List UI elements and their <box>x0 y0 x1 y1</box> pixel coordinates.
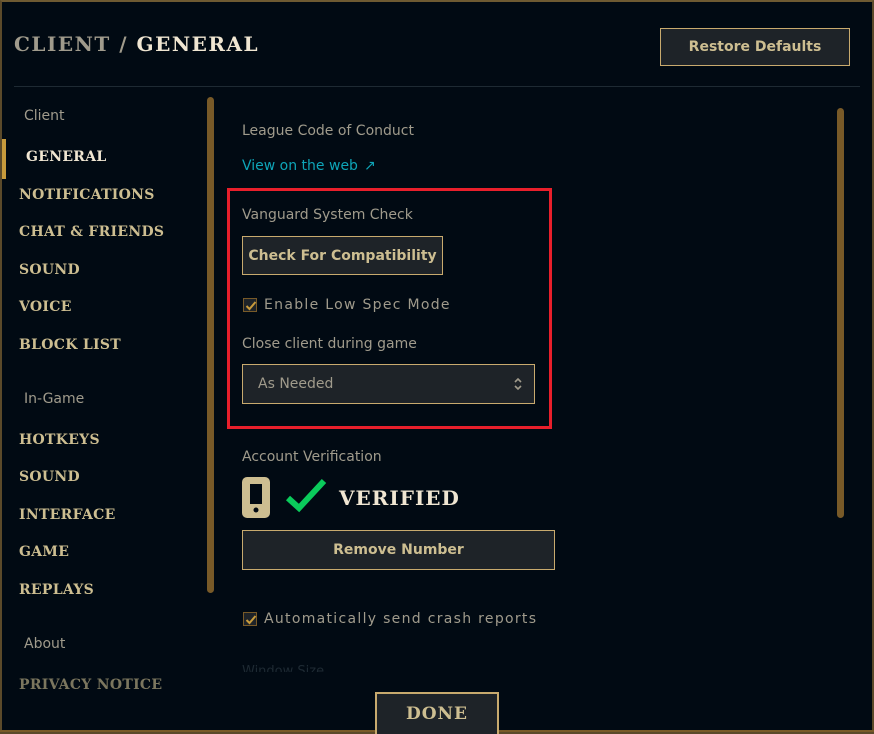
sidebar-item-notifications[interactable]: NOTIFICATIONS <box>19 187 155 203</box>
sidebar-item-general[interactable]: GENERAL <box>26 149 107 165</box>
crash-reports-row[interactable]: Automatically send crash reports <box>243 611 537 627</box>
sidebar-item-block-list[interactable]: BLOCK LIST <box>19 337 121 353</box>
close-client-label: Close client during game <box>242 336 417 352</box>
dropdown-value: As Needed <box>258 376 334 392</box>
header-divider <box>14 86 860 87</box>
sidebar-scrollbar[interactable] <box>207 97 214 593</box>
remove-number-button[interactable]: Remove Number <box>242 530 555 570</box>
chevron-up-down-icon <box>514 377 522 391</box>
sidebar-item-replays[interactable]: REPLAYS <box>19 582 94 598</box>
sidebar-item-interface[interactable]: INTERFACE <box>19 507 116 523</box>
sidebar-item-chat-friends[interactable]: CHAT & FRIENDS <box>19 224 164 240</box>
sidebar-item-hotkeys[interactable]: HOTKEYS <box>19 432 100 448</box>
done-button[interactable]: DONE <box>375 692 499 734</box>
checkmark-icon <box>245 301 257 311</box>
sidebar-item-voice[interactable]: VOICE <box>19 299 72 315</box>
sidebar-category-client: Client <box>24 108 65 124</box>
sidebar-item-sound[interactable]: SOUND <box>19 262 80 278</box>
sidebar-item-game[interactable]: GAME <box>19 544 69 560</box>
sidebar-category-in-game: In-Game <box>24 391 85 407</box>
content-scrollbar[interactable] <box>837 108 844 518</box>
vanguard-label: Vanguard System Check <box>242 207 413 223</box>
restore-defaults-button[interactable]: Restore Defaults <box>660 28 850 66</box>
active-item-indicator <box>2 139 6 179</box>
close-client-dropdown[interactable]: As Needed <box>242 364 535 404</box>
low-spec-checkbox[interactable] <box>243 298 257 312</box>
external-link-arrow-icon: ↗ <box>363 158 376 174</box>
sidebar-item-privacy-notice[interactable]: PRIVACY NOTICE <box>19 677 162 693</box>
low-spec-label: Enable Low Spec Mode <box>264 297 451 313</box>
crash-reports-label: Automatically send crash reports <box>264 611 538 627</box>
page-title: CLIENT / GENERAL <box>14 32 260 56</box>
sidebar-category-about: About <box>24 636 66 652</box>
sidebar-item-ingame-sound[interactable]: SOUND <box>19 469 80 485</box>
low-spec-mode-row[interactable]: Enable Low Spec Mode <box>243 297 451 313</box>
check-compatibility-button[interactable]: Check For Compatibility <box>242 236 443 275</box>
window-size-label: Window Size <box>242 664 325 672</box>
verified-check-icon <box>285 478 327 513</box>
account-verification-label: Account Verification <box>242 449 382 465</box>
code-of-conduct-label: League Code of Conduct <box>242 123 414 139</box>
verified-status: VERIFIED <box>339 486 460 510</box>
crash-reports-checkbox[interactable] <box>243 612 257 626</box>
phone-icon <box>242 477 270 518</box>
view-on-web-text: View on the web <box>242 158 358 174</box>
checkmark-icon <box>245 615 257 625</box>
view-on-web-link[interactable]: View on the web ↗ <box>242 158 376 174</box>
